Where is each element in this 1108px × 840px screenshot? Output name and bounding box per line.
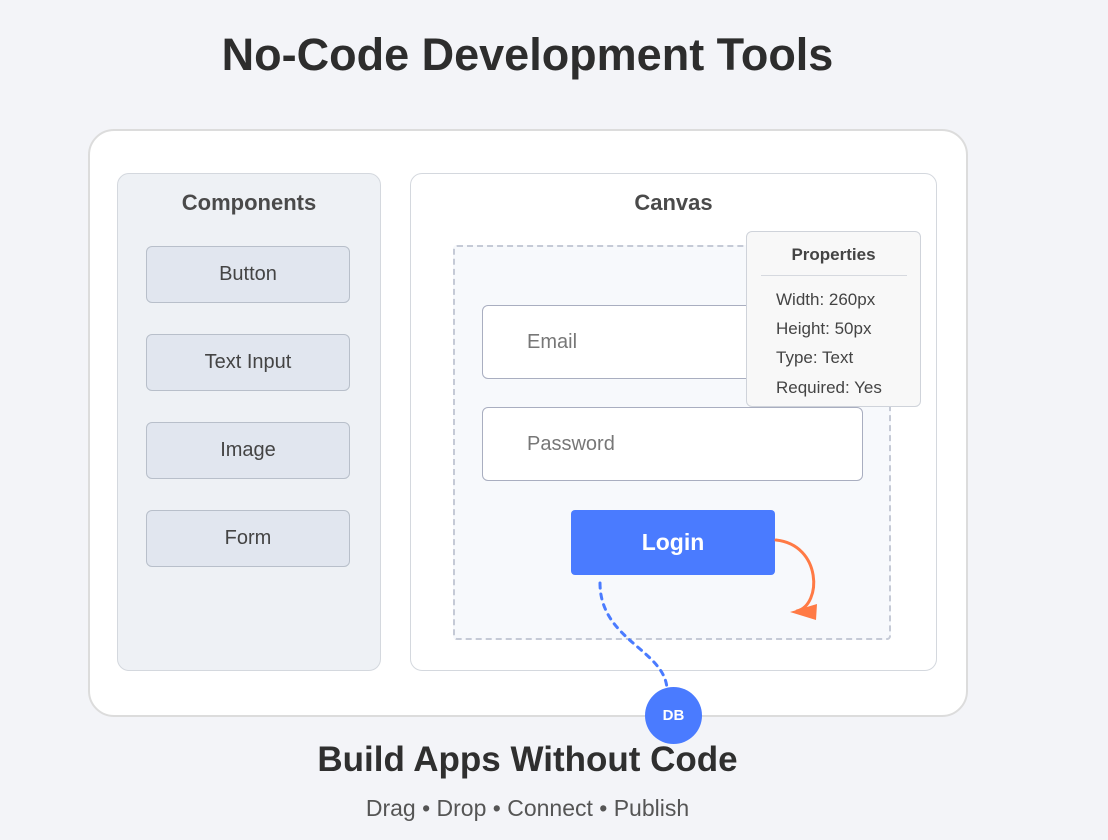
- action-arrow-curve: [774, 538, 816, 613]
- connector-overlay: [598, 538, 817, 691]
- db-connection-line: [598, 581, 669, 691]
- headline: Build Apps Without Code: [317, 740, 738, 779]
- tagline: Drag • Drop • Connect • Publish: [365, 795, 690, 821]
- database-badge[interactable]: DB: [645, 687, 702, 744]
